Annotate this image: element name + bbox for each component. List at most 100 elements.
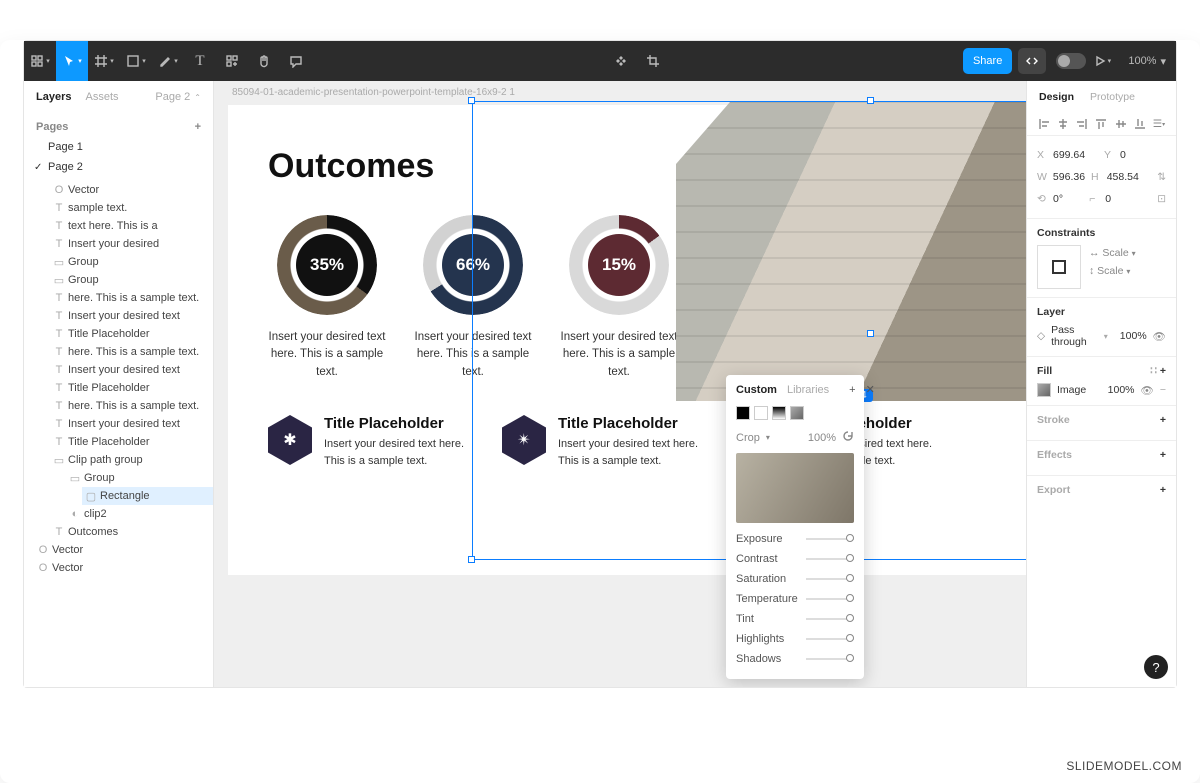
add-fill-button[interactable]: + [849, 384, 855, 396]
layer-item[interactable]: ▢Rectangle [82, 487, 213, 505]
selection-handle[interactable] [468, 556, 475, 563]
align-vcenter-icon[interactable] [1114, 117, 1128, 131]
close-popover-button[interactable]: ✕ [866, 383, 875, 396]
fill-type[interactable]: Image [1057, 384, 1086, 396]
libraries-tab[interactable]: Libraries [787, 384, 829, 396]
layer-item[interactable]: TInsert your desired [50, 235, 213, 253]
constraint-h[interactable]: ↔ Scale ▾ [1089, 247, 1166, 259]
add-stroke-button[interactable]: + [1160, 414, 1166, 426]
layer-item[interactable]: TTitle Placeholder [50, 433, 213, 451]
text-tool-button[interactable]: T [184, 41, 216, 81]
selection-handle[interactable] [867, 97, 874, 104]
color-swatches[interactable] [726, 404, 864, 426]
crop-tool-button[interactable] [637, 41, 669, 81]
constraint-v[interactable]: ↕ Scale ▾ [1089, 265, 1166, 277]
layer-item[interactable]: TTitle Placeholder [50, 325, 213, 343]
layer-item[interactable]: ▭Group [50, 271, 213, 289]
style-icon[interactable]: ∷ [1150, 365, 1157, 377]
pen-tool-button[interactable]: ▾ [152, 41, 184, 81]
align-controls[interactable]: ☰▾ [1027, 113, 1176, 135]
custom-tab[interactable]: Custom [736, 384, 777, 396]
layer-item[interactable]: There. This is a sample text. [50, 289, 213, 307]
frame-tool-button[interactable]: ▾ [88, 41, 120, 81]
lock-aspect-icon[interactable]: ⇅ [1157, 171, 1166, 183]
help-button[interactable]: ? [1144, 655, 1168, 679]
share-button[interactable]: Share [963, 48, 1012, 74]
align-top-icon[interactable] [1094, 117, 1108, 131]
hand-tool-button[interactable] [248, 41, 280, 81]
component-icon[interactable] [605, 41, 637, 81]
comment-tool-button[interactable] [280, 41, 312, 81]
tidy-up-icon[interactable]: ☰▾ [1152, 117, 1166, 131]
align-hcenter-icon[interactable] [1056, 117, 1070, 131]
opacity-input[interactable]: 100% [1120, 330, 1147, 342]
canvas[interactable]: 85094-01-academic-presentation-powerpoin… [214, 81, 1026, 687]
add-export-button[interactable]: + [1160, 484, 1166, 496]
layer-item[interactable]: ◐clip2 [66, 505, 213, 523]
page-item[interactable]: Page 1 [24, 137, 213, 157]
w-input[interactable]: 596.36 [1053, 171, 1085, 183]
align-right-icon[interactable] [1075, 117, 1089, 131]
fill-swatch[interactable] [1037, 383, 1051, 397]
remove-fill-button[interactable]: − [1160, 384, 1166, 396]
rotate-90-button[interactable] [842, 430, 854, 445]
page-selector[interactable]: Page 2 ⌃ [155, 91, 201, 103]
visibility-icon[interactable]: 👁 [1153, 330, 1166, 343]
x-input[interactable]: 699.64 [1053, 149, 1098, 161]
layer-item[interactable]: OVector [50, 181, 213, 199]
layer-item[interactable]: Tsample text. [50, 199, 213, 217]
layer-item[interactable]: TInsert your desired text [50, 307, 213, 325]
selection-handle[interactable] [867, 330, 874, 337]
layer-item[interactable]: ▭Group [66, 469, 213, 487]
resources-button[interactable] [216, 41, 248, 81]
h-input[interactable]: 458.54 [1107, 171, 1151, 183]
fill-opacity[interactable]: 100% [1108, 384, 1135, 396]
add-page-button[interactable]: + [195, 121, 201, 133]
move-tool-button[interactable]: ▾ [56, 41, 88, 81]
layer-item[interactable]: TInsert your desired text [50, 415, 213, 433]
slider-track[interactable] [806, 658, 854, 660]
slider-track[interactable] [806, 598, 854, 600]
add-fill-button[interactable]: + [1160, 365, 1166, 377]
crop-value[interactable]: 100% [808, 432, 836, 444]
assets-tab[interactable]: Assets [85, 91, 118, 103]
slider-track[interactable] [806, 558, 854, 560]
align-left-icon[interactable] [1037, 117, 1051, 131]
present-button[interactable]: ▾ [1086, 41, 1118, 81]
layer-item[interactable]: OVector [34, 559, 213, 577]
zoom-control[interactable]: 100%▾ [1128, 55, 1166, 68]
layer-item[interactable]: There. This is a sample text. [50, 397, 213, 415]
selection-handle[interactable] [468, 97, 475, 104]
layer-item[interactable]: There. This is a sample text. [50, 343, 213, 361]
layer-item[interactable]: ▭Clip path group [50, 451, 213, 469]
layer-item[interactable]: OVector [34, 541, 213, 559]
layer-item[interactable]: ▭Group [50, 253, 213, 271]
slide-frame[interactable]: Outcomes 35%Insert your desired text her… [228, 105, 1026, 575]
layer-item[interactable]: TOutcomes [50, 523, 213, 541]
slider-track[interactable] [806, 578, 854, 580]
align-bottom-icon[interactable] [1133, 117, 1147, 131]
slider-track[interactable] [806, 638, 854, 640]
blend-mode[interactable]: Pass through [1051, 324, 1098, 348]
radius-input[interactable]: 0 [1105, 193, 1151, 205]
add-effect-button[interactable]: + [1160, 449, 1166, 461]
slider-track[interactable] [806, 618, 854, 620]
page-item-active[interactable]: Page 2 [24, 157, 213, 177]
devmode-button[interactable] [1018, 48, 1046, 74]
individual-corners-icon[interactable]: ⊡ [1157, 193, 1166, 205]
shape-tool-button[interactable]: ▾ [120, 41, 152, 81]
design-tab[interactable]: Design [1039, 91, 1074, 103]
layers-tab[interactable]: Layers [36, 91, 71, 103]
prototype-tab[interactable]: Prototype [1090, 91, 1135, 103]
rotation-input[interactable]: 0° [1053, 193, 1083, 205]
visibility-icon[interactable]: 👁 [1141, 384, 1154, 397]
layer-item[interactable]: TInsert your desired text [50, 361, 213, 379]
slider-track[interactable] [806, 538, 854, 540]
y-input[interactable]: 0 [1120, 149, 1166, 161]
crop-mode[interactable]: Crop [736, 432, 760, 444]
devmode-toggle[interactable] [1056, 53, 1086, 69]
figma-menu-button[interactable]: ▾ [24, 41, 56, 81]
layer-item[interactable]: TTitle Placeholder [50, 379, 213, 397]
layer-item[interactable]: Ttext here. This is a [50, 217, 213, 235]
constraints-box[interactable] [1037, 245, 1081, 289]
